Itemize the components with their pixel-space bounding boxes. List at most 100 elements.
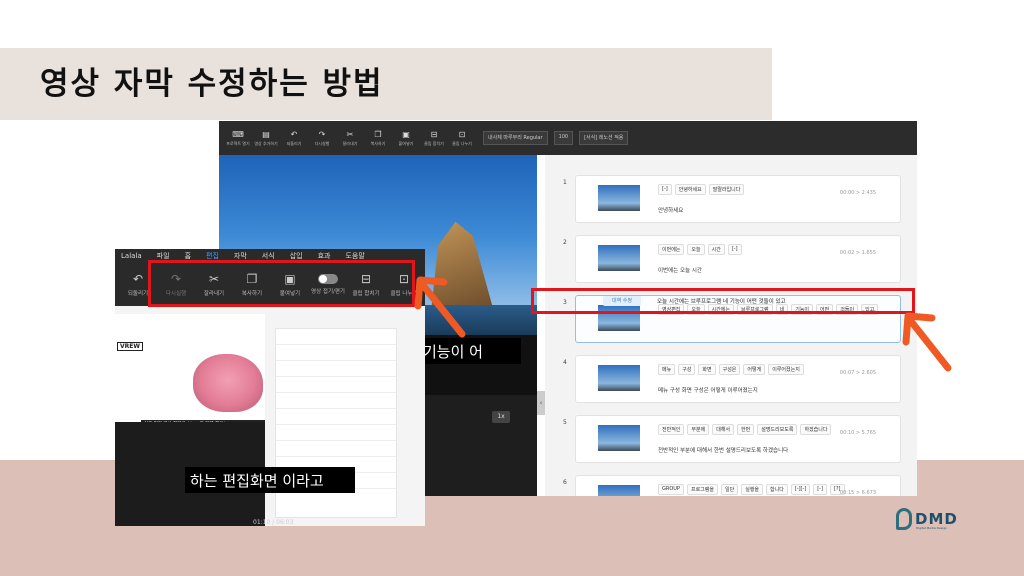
- tb-merge[interactable]: ⊟ 클립 합치기: [421, 124, 447, 152]
- stack-icon: ▤: [262, 129, 270, 139]
- word-chip[interactable]: 한번: [737, 424, 755, 435]
- word-chip[interactable]: [-]: [813, 484, 827, 495]
- list-item: [276, 409, 396, 425]
- word-chip[interactable]: 부분에: [687, 424, 710, 435]
- word-chip[interactable]: [-][-]: [790, 484, 811, 495]
- list-item: [276, 329, 396, 345]
- keyboard-icon: ⌨: [232, 129, 244, 139]
- tb-open-project[interactable]: ⌨ 프로젝트 열기: [225, 124, 251, 152]
- word-chip[interactable]: 하겠습니다: [800, 424, 832, 435]
- row-thumbnail: [598, 425, 640, 451]
- page-title: 영상 자막 수정하는 방법: [40, 66, 384, 102]
- style-button[interactable]: [서식] 레노션 적용: [579, 131, 629, 145]
- row-number: 1: [563, 179, 567, 186]
- word-chip[interactable]: 어떻게: [743, 364, 766, 375]
- tb-split[interactable]: ⊡ 클립 나누기: [449, 124, 475, 152]
- row-sentence: 메뉴 구성 화면 구성은 어떻게 이루어졌는지: [658, 388, 758, 394]
- word-chip[interactable]: 설명드리보도록: [757, 424, 798, 435]
- undo-icon: ↶: [132, 272, 144, 286]
- word-chip[interactable]: GROUP: [658, 484, 684, 495]
- row-number: 4: [563, 359, 567, 366]
- row-time: 00:07 > 2.605: [839, 370, 876, 376]
- tool-label: 되돌리기: [127, 291, 149, 297]
- subtitle-row[interactable]: 2 이번에는 오늘 시간 [-] 이번에는 오늘 시간 00:02 > 1.655: [545, 229, 917, 289]
- row-time: 00:15 > 6.673: [839, 490, 876, 496]
- word-chip[interactable]: 프로그램을: [686, 484, 718, 495]
- scissors-icon: ✂: [346, 129, 354, 139]
- word-chip[interactable]: 메뉴: [658, 364, 676, 375]
- tb-add-video[interactable]: ▤ 영상 추가하기: [253, 124, 279, 152]
- subtitle-row[interactable]: 5 전반적인 부분에 대해서 한번 설명드리보도록 하겠습니다 전반적인 부분에 대해서 한번…: [545, 409, 917, 469]
- subtitle-row[interactable]: 1 [-] 안녕하세요 말랄라입니다 안녕하세요 00:00 > 2.435: [545, 169, 917, 229]
- row-card[interactable]: 전반적인 부분에 대해서 한번 설명드리보도록 하겠습니다 전반적인 부분에 대해서 한번 …: [575, 415, 901, 463]
- vrew-logo: VREW: [117, 342, 143, 351]
- merge-icon: ⊟: [430, 129, 438, 139]
- word-chip[interactable]: 대해서: [712, 424, 735, 435]
- row-time: 00:10 > 5.765: [839, 430, 876, 436]
- row-card[interactable]: 이번에는 오늘 시간 [-] 이번에는 오늘 시간 00:02 > 1.655: [575, 235, 901, 283]
- word-chip[interactable]: 말랄라입니다: [708, 184, 745, 195]
- row-number: 6: [563, 479, 567, 486]
- list-item: [276, 441, 396, 457]
- font-size-select[interactable]: 100: [553, 131, 574, 145]
- toolbar-highlight-box: [148, 260, 415, 307]
- word-chip[interactable]: 이번에는: [658, 244, 685, 255]
- row-number: 2: [563, 239, 567, 246]
- preview-subtitle: 기능이 어: [419, 338, 521, 364]
- copy-icon: ❐: [374, 129, 382, 139]
- word-chip[interactable]: 시간: [707, 244, 725, 255]
- word-chips: 메뉴 구성 화면 구성은 어떻게 이루어졌는지: [658, 364, 804, 375]
- word-chips: 전반적인 부분에 대해서 한번 설명드리보도록 하겠습니다: [658, 424, 832, 435]
- redo-icon: ↷: [318, 129, 326, 139]
- row-card[interactable]: 메뉴 구성 화면 구성은 어떻게 이루어졌는지 메뉴 구성 화면 구성은 어떻게 이루어졌는…: [575, 355, 901, 403]
- row-sentence: 안녕하세요: [658, 208, 684, 214]
- inset-subtitle: 하는 편집화면 이라고: [185, 467, 355, 493]
- word-chip[interactable]: [-]: [658, 184, 672, 195]
- row-sentence: 이번에는 오늘 시간: [658, 268, 702, 274]
- tb-paste[interactable]: ▣ 붙여넣기: [393, 124, 419, 152]
- list-item: [276, 377, 396, 393]
- inset-body: VREW 쉽고 편한 영상 편집기, Vrew와 함께 해요!: [115, 306, 425, 526]
- editor-toolbar: ⌨ 프로젝트 열기 ▤ 영상 추가하기 ↶ 되돌리기 ↷ 다시실행 ✂ 잘라내기 ❐ 복사하…: [219, 121, 917, 155]
- list-item: [276, 361, 396, 377]
- word-chips: 이번에는 오늘 시간 [-]: [658, 244, 742, 255]
- logo-subtext: Digital Media Design: [916, 526, 948, 530]
- word-chip[interactable]: 화면: [698, 364, 716, 375]
- list-item: [276, 345, 396, 361]
- word-chip[interactable]: 실행을: [741, 484, 763, 495]
- tb-redo[interactable]: ↷ 다시실행: [309, 124, 335, 152]
- subtitle-row[interactable]: 6GROUP프로그램을일단실행을합니다[-][-][-][?]GROUP 프로그…: [545, 469, 917, 496]
- panel-collapse-handle[interactable]: ‹: [537, 391, 545, 415]
- word-chip[interactable]: 합니다: [766, 484, 788, 495]
- row-thumbnail: [598, 485, 640, 496]
- clipboard-icon: ▣: [402, 129, 410, 139]
- word-chip[interactable]: 오늘: [687, 244, 705, 255]
- inset-timecode: 01:10 / 06:03: [253, 519, 294, 526]
- word-chip[interactable]: [-]: [727, 244, 742, 255]
- word-chip[interactable]: 전반적인: [658, 424, 685, 435]
- split-icon: ⊡: [458, 129, 466, 139]
- tb-cut[interactable]: ✂ 잘라내기: [337, 124, 363, 152]
- inset-preview: VREW 쉽고 편한 영상 편집기, Vrew와 함께 해요!: [115, 314, 265, 429]
- word-chip[interactable]: 이루어졌는지: [768, 364, 804, 375]
- word-chip[interactable]: 구성은: [718, 364, 741, 375]
- tb-copy[interactable]: ❐ 복사하기: [365, 124, 391, 152]
- logo-mark-icon: [896, 508, 912, 530]
- list-item: [276, 393, 396, 409]
- font-select[interactable]: 내사체 마루부리 Regular: [483, 131, 548, 145]
- speed-button[interactable]: 1x: [492, 411, 510, 423]
- word-chips: GROUP 프로그램을 일단 실행을 합니다 [-][-] [-] [?]: [658, 484, 845, 495]
- menu-item[interactable]: Lalala: [121, 252, 142, 260]
- row-card[interactable]: GROUP프로그램을일단실행을합니다[-][-][-][?]GROUP 프로그램…: [575, 475, 901, 496]
- undo-icon: ↶: [290, 129, 298, 139]
- subtitle-row[interactable]: 4 메뉴 구성 화면 구성은 어떻게 이루어졌는지 메뉴 구성 화면 구성은 어떻게 이루어졌…: [545, 349, 917, 409]
- word-chip[interactable]: 구성: [678, 364, 696, 375]
- row-card[interactable]: [-] 안녕하세요 말랄라입니다 안녕하세요 00:00 > 2.435: [575, 175, 901, 223]
- word-chip[interactable]: 일단: [720, 484, 739, 495]
- word-chip[interactable]: 안녕하세요: [674, 184, 706, 195]
- tb-undo[interactable]: ↶ 되돌리기: [281, 124, 307, 152]
- row-highlight-box: [531, 288, 915, 314]
- row-time: 00:00 > 2.435: [839, 190, 876, 196]
- word-chips: [-] 안녕하세요 말랄라입니다: [658, 184, 745, 195]
- row-number: 5: [563, 419, 567, 426]
